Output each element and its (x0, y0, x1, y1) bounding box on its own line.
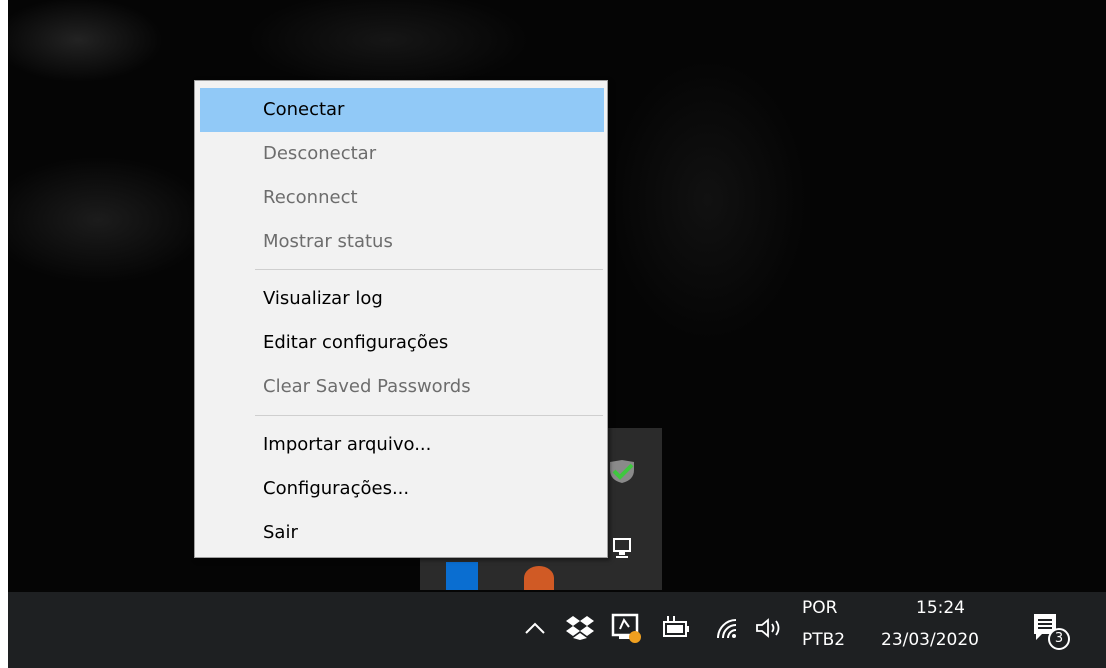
network-pc-icon[interactable] (608, 536, 636, 560)
tray-app-orange-icon[interactable] (524, 566, 554, 590)
menu-item-sair[interactable]: Sair (200, 511, 604, 555)
volume-icon[interactable] (754, 616, 784, 640)
chevron-up-icon[interactable] (524, 620, 546, 636)
taskbar: POR PTB2 15:24 23/03/2020 3 (8, 592, 1106, 668)
menu-item-configuracoes[interactable]: Configurações... (200, 467, 604, 511)
menu-item-desconectar[interactable]: Desconectar (200, 132, 604, 176)
menu-item-conectar[interactable]: Conectar (200, 88, 604, 132)
notification-count-badge: 3 (1048, 628, 1070, 650)
clock-time[interactable]: 15:24 (916, 598, 965, 618)
dropbox-icon[interactable] (565, 614, 595, 640)
clock-date[interactable]: 23/03/2020 (881, 630, 979, 650)
battery-icon[interactable] (662, 616, 692, 640)
action-center-button[interactable]: 3 (1028, 608, 1078, 654)
security-shield-icon[interactable] (608, 458, 636, 484)
menu-separator (255, 415, 603, 416)
context-menu: Conectar Desconectar Reconnect Mostrar s… (194, 80, 608, 558)
desktop-background: Conectar Desconectar Reconnect Mostrar s… (8, 0, 1106, 668)
menu-item-clear-saved-passwords[interactable]: Clear Saved Passwords (200, 365, 604, 409)
keyboard-layout-indicator[interactable]: PTB2 (802, 630, 845, 650)
openvpn-icon[interactable] (611, 612, 643, 644)
menu-item-visualizar-log[interactable]: Visualizar log (200, 277, 604, 321)
language-indicator[interactable]: POR (802, 598, 837, 618)
menu-item-importar-arquivo[interactable]: Importar arquivo... (200, 423, 604, 467)
wifi-icon[interactable] (714, 616, 740, 640)
menu-item-editar-configuracoes[interactable]: Editar configurações (200, 321, 604, 365)
tray-app-blue-icon[interactable] (446, 562, 478, 590)
menu-separator (255, 269, 603, 270)
menu-item-reconnect[interactable]: Reconnect (200, 176, 604, 220)
menu-item-mostrar-status[interactable]: Mostrar status (200, 220, 604, 264)
